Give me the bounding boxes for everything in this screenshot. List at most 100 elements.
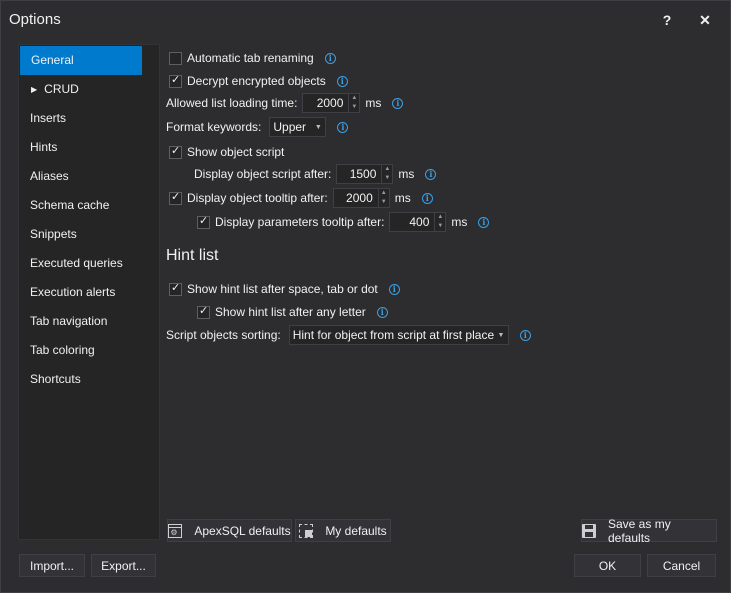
spin-down-icon[interactable]: ▼ (435, 222, 445, 231)
list-loading-time-value[interactable]: 2000 (303, 96, 348, 110)
chevron-down-icon[interactable]: ▼ (494, 332, 508, 339)
display-tooltip-checkbox[interactable] (169, 190, 182, 205)
spin-down-icon[interactable]: ▼ (382, 174, 392, 183)
sidebar-item-hints[interactable]: Hints (19, 133, 159, 162)
objects-sorting-value[interactable]: Hint for object from script at first pla… (293, 328, 494, 342)
decrypt-objects-checkbox[interactable] (169, 73, 182, 88)
save-icon (582, 523, 596, 538)
spin-up-icon[interactable]: ▲ (435, 213, 445, 222)
options-category-list: General ▶ CRUD Inserts Hints Aliases Sche… (18, 44, 160, 540)
ok-button[interactable]: OK (574, 554, 641, 577)
auto-tab-renaming-row: Automatic tab renaming i (169, 48, 336, 68)
hint-after-space-label[interactable]: Show hint list after space, tab or dot (187, 282, 378, 296)
sidebar-item-executed-queries[interactable]: Executed queries (19, 249, 159, 278)
general-settings-panel: Automatic tab renaming i Decrypt encrypt… (161, 44, 721, 540)
hint-after-space-row: Show hint list after space, tab or dot i (169, 279, 400, 299)
display-script-after-value[interactable]: 1500 (337, 167, 381, 181)
display-tooltip-stepper[interactable]: 2000 ▲ ▼ (332, 188, 390, 208)
display-params-tooltip-checkbox[interactable] (197, 214, 210, 229)
objects-sorting-dropdown[interactable]: Hint for object from script at first pla… (288, 325, 509, 345)
sidebar-item-snippets[interactable]: Snippets (19, 220, 159, 249)
show-object-script-row: Show object script (169, 142, 284, 162)
display-script-after-stepper[interactable]: 1500 ▲ ▼ (336, 164, 394, 184)
display-params-tooltip-stepper[interactable]: 400 ▲ ▼ (389, 212, 447, 232)
sidebar-item-label: Inserts (30, 111, 67, 125)
cancel-button[interactable]: Cancel (647, 554, 716, 577)
sidebar-item-crud[interactable]: ▶ CRUD (19, 75, 159, 104)
help-button[interactable]: ? (655, 9, 679, 31)
display-params-tooltip-value[interactable]: 400 (390, 215, 434, 229)
display-tooltip-value[interactable]: 2000 (334, 191, 378, 205)
my-defaults-button[interactable]: My defaults (295, 519, 391, 542)
spin-up-icon[interactable]: ▲ (382, 165, 392, 174)
decrypt-objects-label[interactable]: Decrypt encrypted objects (187, 74, 326, 88)
sidebar-item-label: General (31, 53, 74, 67)
sidebar-item-schema-cache[interactable]: Schema cache (19, 191, 159, 220)
options-dialog: Options ? ✕ General ▶ CRUD Inserts Hints … (0, 0, 731, 593)
format-keywords-row: Format keywords: Upper ▼ i (166, 117, 349, 137)
spin-down-icon[interactable]: ▼ (349, 103, 359, 112)
auto-tab-renaming-label[interactable]: Automatic tab renaming (187, 51, 314, 65)
sidebar-item-tab-coloring[interactable]: Tab coloring (19, 336, 159, 365)
chevron-down-icon[interactable]: ▼ (311, 124, 325, 131)
display-params-tooltip-label[interactable]: Display parameters tooltip after: (215, 215, 384, 229)
decrypt-objects-row: Decrypt encrypted objects i (169, 71, 348, 91)
show-object-script-label[interactable]: Show object script (187, 145, 284, 159)
info-icon[interactable]: i (388, 283, 400, 295)
info-icon[interactable]: i (425, 168, 437, 180)
sidebar-item-tab-navigation[interactable]: Tab navigation (19, 307, 159, 336)
spin-up-icon[interactable]: ▲ (349, 94, 359, 103)
spin-down-icon[interactable]: ▼ (379, 198, 389, 207)
hint-list-heading: Hint list (166, 247, 219, 264)
sidebar-item-execution-alerts[interactable]: Execution alerts (19, 278, 159, 307)
my-defaults-icon (299, 523, 314, 538)
show-object-script-checkbox[interactable] (169, 144, 182, 159)
info-icon[interactable]: i (337, 121, 349, 133)
format-keywords-label: Format keywords: (166, 120, 262, 134)
info-icon[interactable]: i (376, 306, 388, 318)
save-defaults-label: Save as my defaults (608, 516, 671, 545)
info-icon[interactable]: i (519, 329, 531, 341)
list-loading-time-stepper[interactable]: 2000 ▲ ▼ (302, 93, 361, 113)
auto-tab-renaming-checkbox[interactable] (169, 51, 182, 65)
close-button[interactable]: ✕ (693, 9, 717, 31)
sidebar-item-label: Hints (30, 140, 58, 154)
sidebar-item-label: Executed queries (30, 256, 123, 270)
sidebar-item-label: Execution alerts (30, 285, 116, 299)
defaults-icon (168, 523, 183, 538)
spin-up-icon[interactable]: ▲ (379, 189, 389, 198)
sidebar-item-inserts[interactable]: Inserts (19, 104, 159, 133)
dialog-title: Options (9, 11, 61, 28)
export-button[interactable]: Export... (91, 554, 156, 577)
format-keywords-dropdown[interactable]: Upper ▼ (269, 117, 327, 137)
expand-arrow-icon[interactable]: ▶ (31, 75, 37, 104)
info-icon[interactable]: i (421, 192, 433, 204)
info-icon[interactable]: i (478, 216, 490, 228)
sidebar-item-label: CRUD (44, 82, 79, 96)
hint-after-letter-label[interactable]: Show hint list after any letter (215, 305, 366, 319)
sidebar-item-label: Tab navigation (30, 314, 108, 328)
hint-after-letter-row: Show hint list after any letter i (197, 302, 388, 322)
apexsql-defaults-button[interactable]: ApexSQL defaults (167, 519, 292, 542)
display-script-after-label: Display object script after: (194, 167, 332, 181)
sidebar-item-label: Aliases (30, 169, 69, 183)
format-keywords-value[interactable]: Upper (273, 120, 311, 134)
info-icon[interactable]: i (392, 97, 404, 109)
hint-after-space-checkbox[interactable] (169, 281, 182, 296)
import-button[interactable]: Import... (19, 554, 85, 577)
hint-after-letter-checkbox[interactable] (197, 304, 210, 319)
sidebar-item-general[interactable]: General (20, 46, 142, 75)
display-params-tooltip-row: Display parameters tooltip after: 400 ▲▼… (197, 212, 490, 232)
display-script-after-row: Display object script after: 1500 ▲ ▼ ms … (194, 164, 437, 184)
sidebar-item-aliases[interactable]: Aliases (19, 162, 159, 191)
apexsql-defaults-label: ApexSQL defaults (194, 523, 291, 538)
unit-label: ms (394, 191, 411, 205)
display-tooltip-label[interactable]: Display object tooltip after: (187, 191, 328, 205)
objects-sorting-label: Script objects sorting: (166, 328, 281, 342)
sidebar-item-label: Shortcuts (30, 372, 81, 386)
info-icon[interactable]: i (324, 52, 336, 64)
info-icon[interactable]: i (336, 75, 348, 87)
save-as-my-defaults-button[interactable]: Save as my defaults (581, 516, 717, 545)
sidebar-item-shortcuts[interactable]: Shortcuts (19, 365, 159, 394)
list-loading-time-label: Allowed list loading time: (166, 96, 298, 110)
